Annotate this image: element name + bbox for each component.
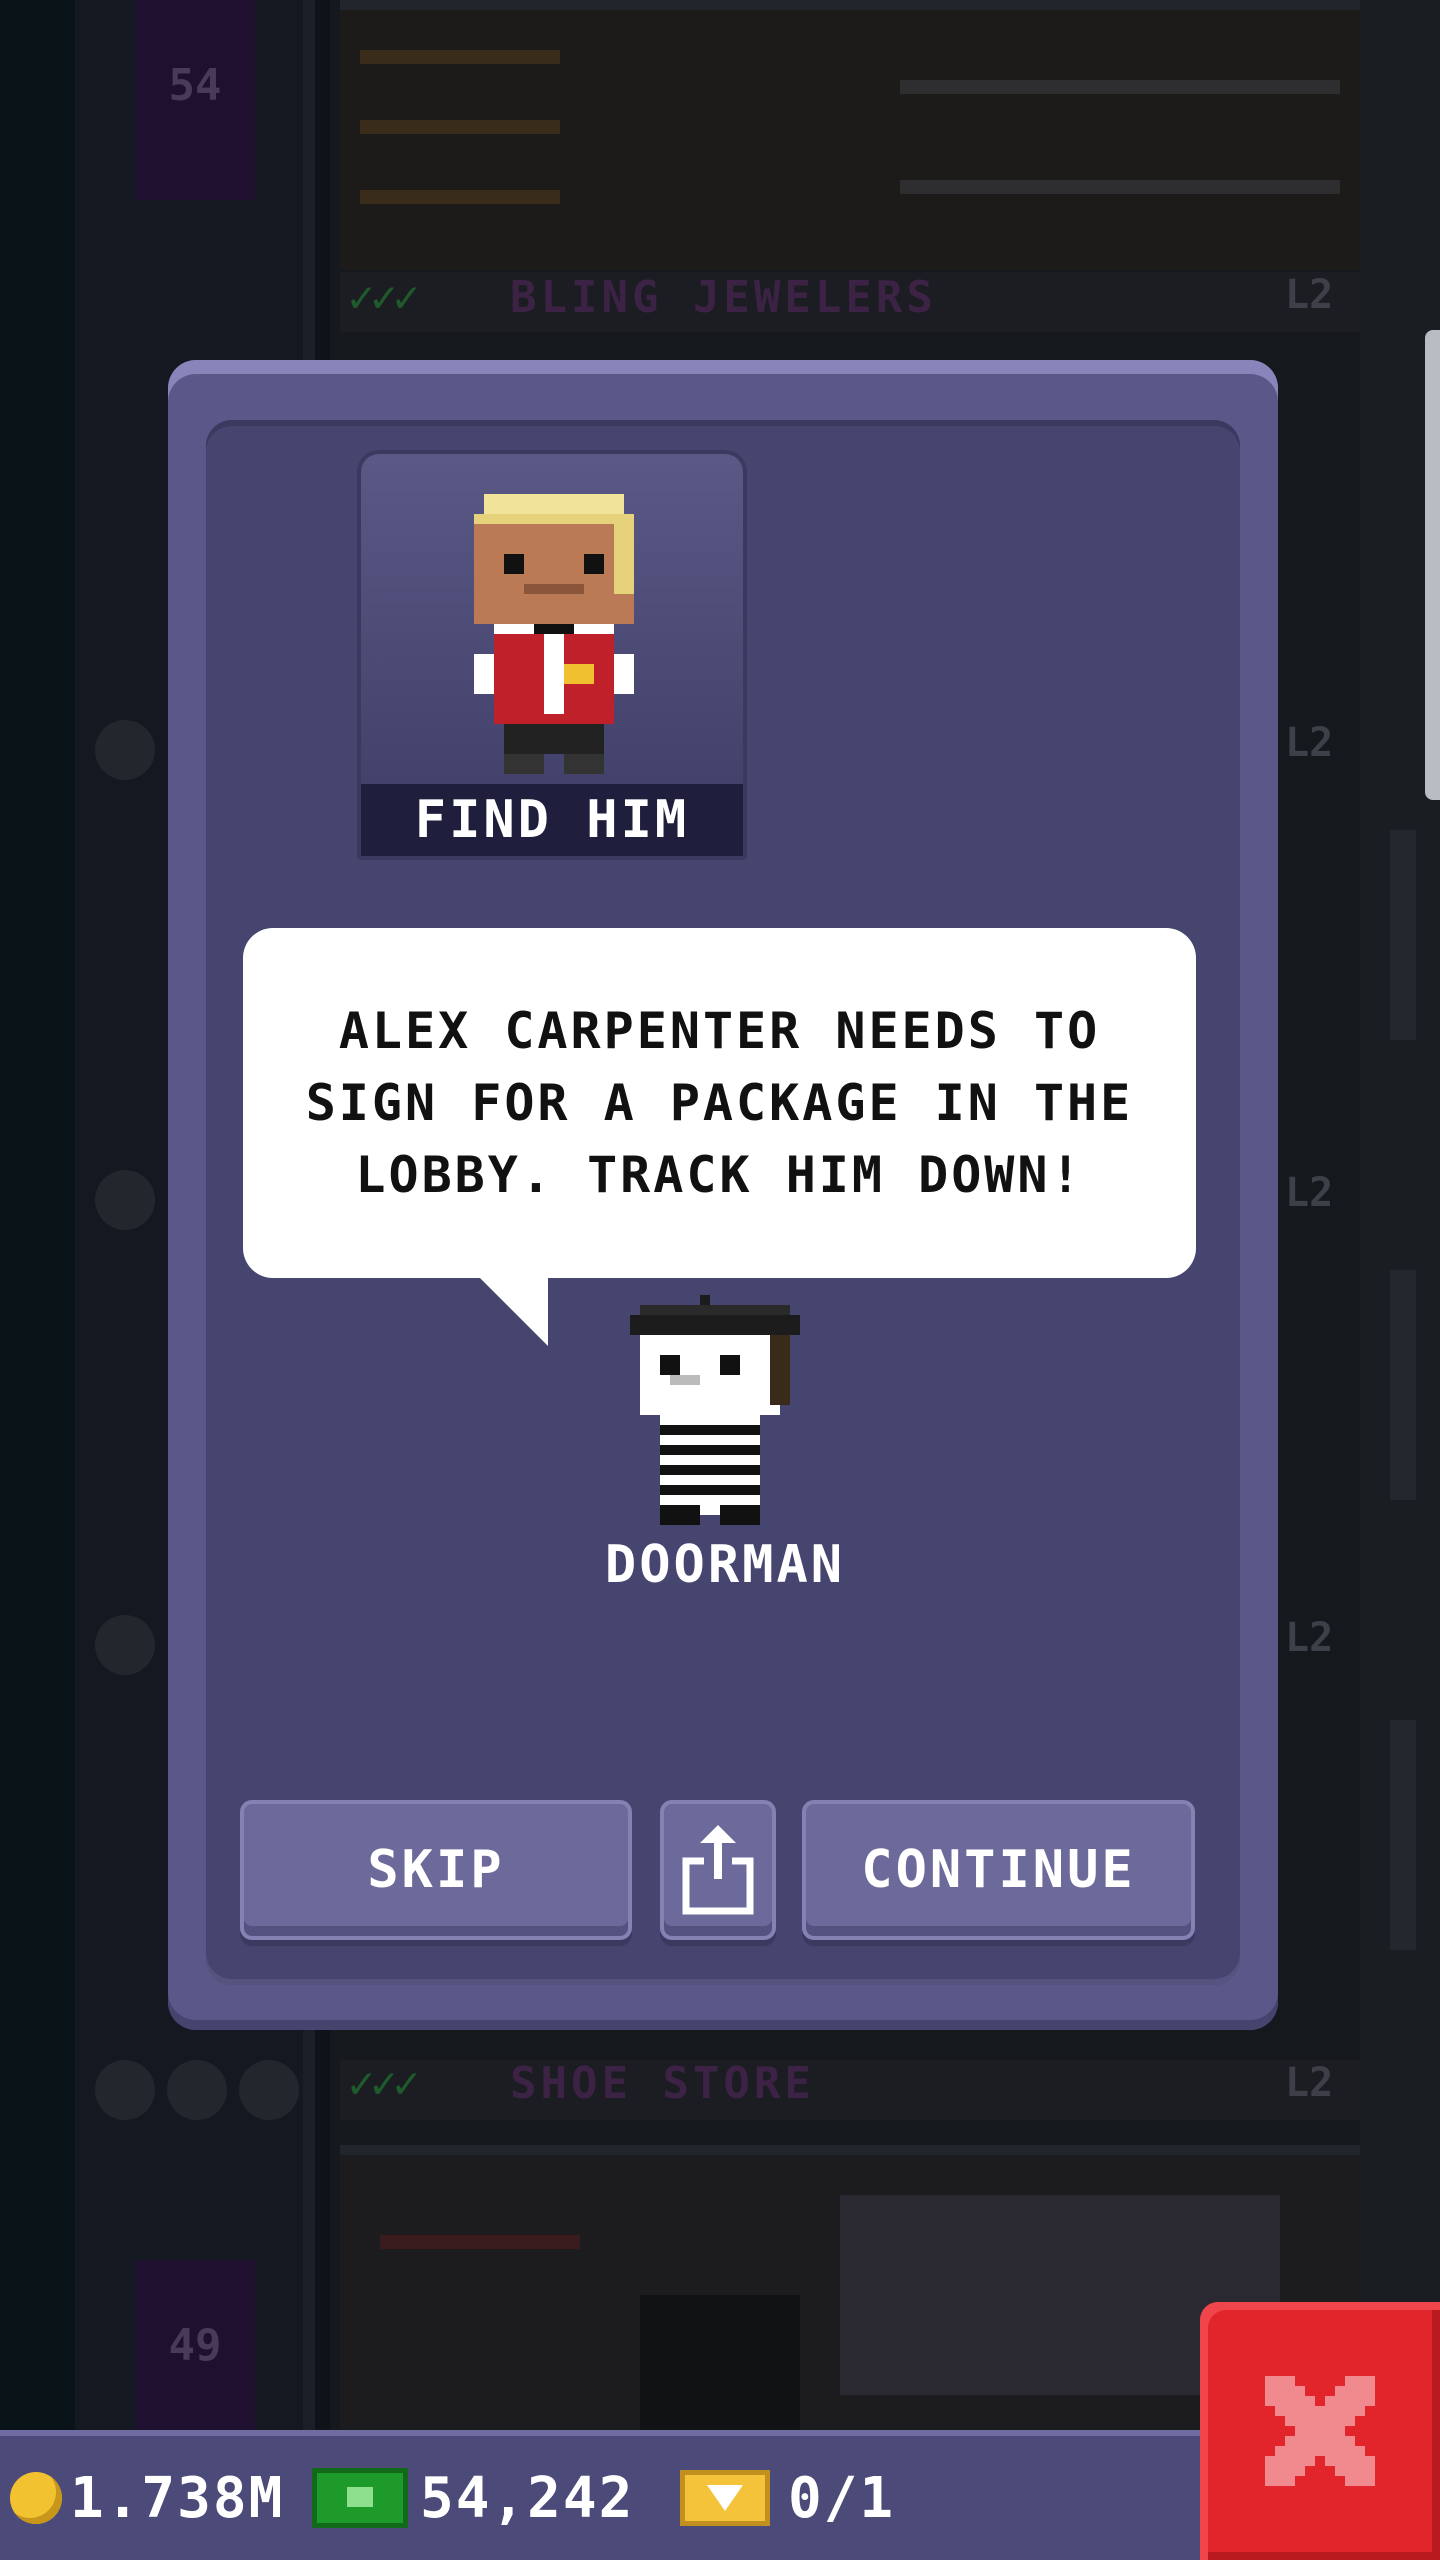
rail-block — [1390, 1270, 1416, 1500]
store-checks: ✓✓✓ — [348, 2058, 420, 2109]
store-level: L2 — [1285, 2060, 1334, 2106]
star-icon — [95, 1170, 155, 1230]
target-portrait: FIND HIM — [357, 450, 747, 860]
star-icon — [239, 2060, 299, 2120]
floor-number: 54 — [135, 0, 255, 200]
close-icon — [1265, 2376, 1375, 2486]
star-icon — [95, 720, 155, 780]
star-icon — [167, 2060, 227, 2120]
bitizen-sprite — [474, 494, 634, 774]
speaker-name: DOORMAN — [604, 1535, 846, 1595]
doorman-sprite — [630, 1295, 800, 1525]
bux-icon — [312, 2468, 408, 2528]
rail-block — [1390, 830, 1416, 1040]
star-icon — [95, 2060, 155, 2120]
store-level: L2 — [1285, 1170, 1334, 1216]
tickets-display: 0/1 — [680, 2436, 895, 2560]
tickets-value: 0/1 — [788, 2465, 896, 2531]
left-edge — [0, 0, 75, 2560]
mission-message: ALEX CARPENTER NEEDS TO SIGN FOR A PACKA… — [305, 1002, 1134, 1204]
portrait-label: FIND HIM — [361, 784, 743, 856]
coins-display: 1.738M — [10, 2436, 284, 2560]
room — [340, 0, 1360, 270]
bux-display: 54,242 — [312, 2436, 634, 2560]
rail-block — [1390, 1720, 1416, 1950]
skip-button[interactable]: SKIP — [240, 1800, 632, 1940]
continue-button[interactable]: CONTINUE — [802, 1800, 1195, 1940]
store-level: L2 — [1285, 1615, 1334, 1661]
ticket-icon — [680, 2470, 770, 2526]
speech-bubble: ALEX CARPENTER NEEDS TO SIGN FOR A PACKA… — [243, 928, 1196, 1278]
bux-value: 54,242 — [420, 2465, 635, 2531]
store-name: SHOE STORE — [510, 2058, 815, 2109]
close-button[interactable] — [1200, 2302, 1440, 2560]
star-icon — [95, 1615, 155, 1675]
share-icon — [682, 1825, 754, 1915]
share-button[interactable] — [660, 1800, 776, 1940]
coin-icon — [10, 2472, 62, 2524]
coins-value: 1.738M — [70, 2465, 285, 2531]
store-level: L2 — [1285, 720, 1334, 766]
store-bar — [340, 2060, 1360, 2120]
store-level: L2 — [1285, 272, 1334, 318]
speech-bubble-tail — [478, 1276, 548, 1346]
store-name: BLING JEWELERS — [510, 272, 937, 323]
store-checks: ✓✓✓ — [348, 272, 420, 323]
scroll-handle[interactable] — [1425, 330, 1440, 800]
